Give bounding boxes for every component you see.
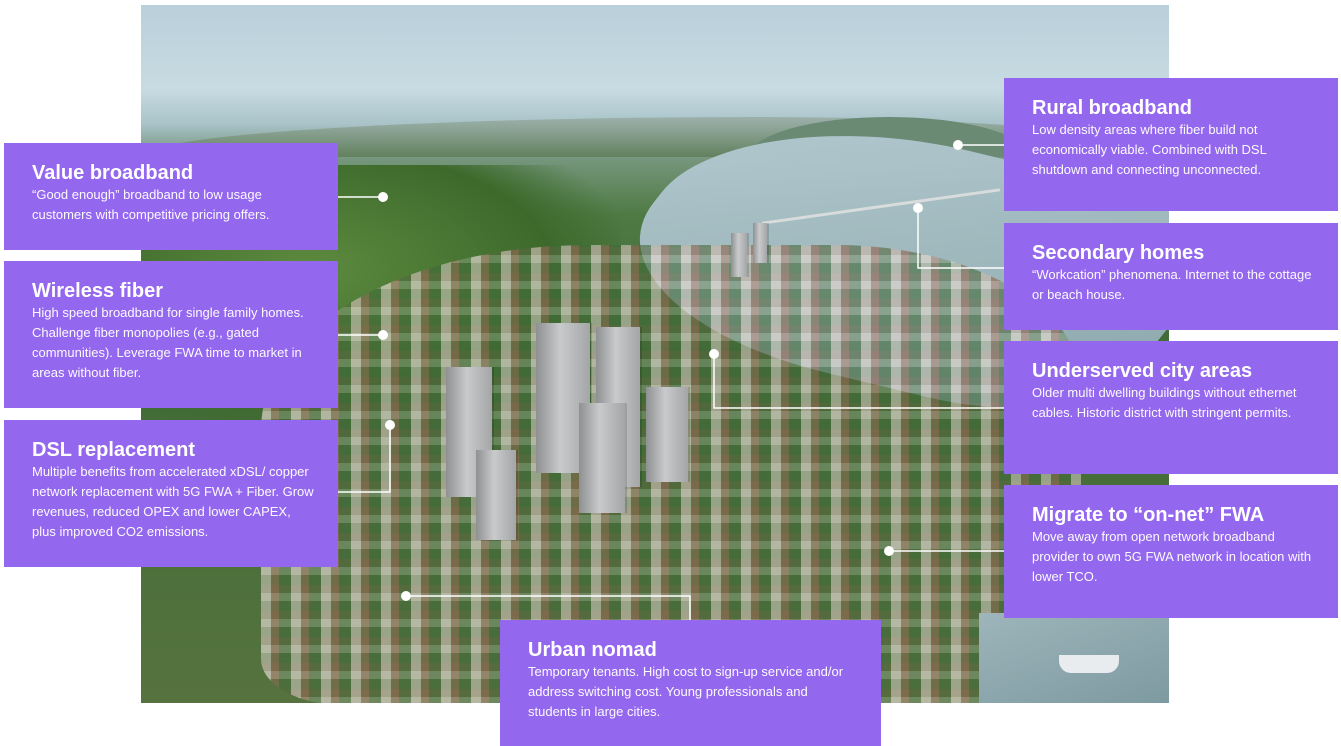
segment-title: Secondary homes xyxy=(1032,242,1205,264)
marker-dot xyxy=(953,140,963,150)
segment-box-wireless-fiber: Wireless fiber High speed broadband for … xyxy=(4,261,338,408)
segment-box-underserved-city-areas: Underserved city areas Older multi dwell… xyxy=(1004,341,1338,474)
connector-urban-nomad xyxy=(406,595,691,622)
segment-description: “Workcation” phenomena. Internet to the … xyxy=(1032,267,1312,302)
segment-description: Older multi dwelling buildings without e… xyxy=(1032,385,1297,420)
segment-box-value-broadband: Value broadband “Good enough” broadband … xyxy=(4,143,338,250)
marker-dot xyxy=(913,203,923,213)
segment-description: High speed broadband for single family h… xyxy=(32,305,304,380)
segment-description: Low density areas where fiber build not … xyxy=(1032,122,1267,177)
segment-box-urban-nomad: Urban nomad Temporary tenants. High cost… xyxy=(500,620,881,746)
segment-description: Temporary tenants. High cost to sign-up … xyxy=(528,664,844,719)
connector-underserved-city-areas xyxy=(713,354,1004,409)
segment-box-secondary-homes: Secondary homes “Workcation” phenomena. … xyxy=(1004,223,1338,330)
segment-title: DSL replacement xyxy=(32,439,196,461)
segment-title: Rural broadband xyxy=(1032,97,1193,119)
connector-dsl-replacement xyxy=(338,425,391,493)
segment-box-migrate-on-net-fwa: Migrate to “on-net” FWA Move away from o… xyxy=(1004,485,1338,618)
fwa-use-case-diagram: Value broadband “Good enough” broadband … xyxy=(0,0,1341,746)
marker-dot xyxy=(401,591,411,601)
segment-title: Value broadband xyxy=(32,162,194,184)
marker-dot xyxy=(378,330,388,340)
marker-dot xyxy=(709,349,719,359)
segment-description: “Good enough” broadband to low usage cus… xyxy=(32,187,270,222)
marker-dot xyxy=(378,192,388,202)
marker-dot xyxy=(884,546,894,556)
marker-dot xyxy=(385,420,395,430)
connector-secondary-homes xyxy=(917,208,1004,269)
segment-title: Urban nomad xyxy=(528,639,657,661)
segment-box-rural-broadband: Rural broadband Low density areas where … xyxy=(1004,78,1338,211)
segment-title: Migrate to “on-net” FWA xyxy=(1032,504,1265,526)
segment-description: Move away from open network broadband pr… xyxy=(1032,529,1312,584)
segment-title: Wireless fiber xyxy=(32,280,163,302)
segment-title: Underserved city areas xyxy=(1032,360,1253,382)
segment-description: Multiple benefits from accelerated xDSL/… xyxy=(32,464,314,539)
segment-box-dsl-replacement: DSL replacement Multiple benefits from a… xyxy=(4,420,338,567)
